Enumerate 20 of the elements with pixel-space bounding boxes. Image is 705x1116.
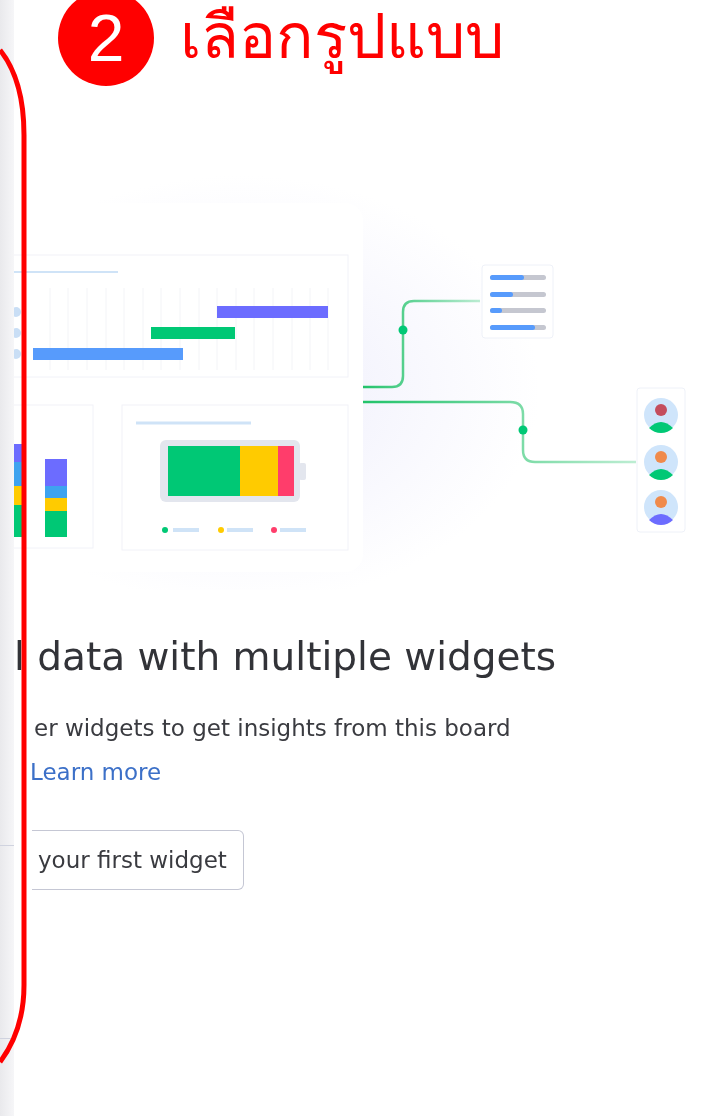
annotation-label: เลือกรูปแบบ <box>180 0 504 76</box>
avatar-icon <box>644 398 678 433</box>
row-marker <box>14 349 21 359</box>
row-marker <box>14 307 21 317</box>
empty-state-description: er widgets to get insights from this board <box>34 713 512 743</box>
avatar-icon <box>644 490 678 525</box>
legend-line <box>173 528 199 532</box>
legend-dot <box>162 527 168 533</box>
step-number: 2 <box>58 0 154 86</box>
legend-line <box>280 528 306 532</box>
bar-segment <box>14 462 24 486</box>
legend-dot <box>218 527 224 533</box>
learn-more-link[interactable]: Learn more <box>30 755 162 790</box>
bar-segment <box>14 444 24 462</box>
legend-dot <box>271 527 277 533</box>
empty-state-title: l data with multiple widgets <box>14 634 558 681</box>
add-widget-button[interactable]: your first widget <box>32 829 244 891</box>
avatar-icon <box>644 445 678 480</box>
legend-line <box>227 528 253 532</box>
row-marker <box>14 328 21 338</box>
